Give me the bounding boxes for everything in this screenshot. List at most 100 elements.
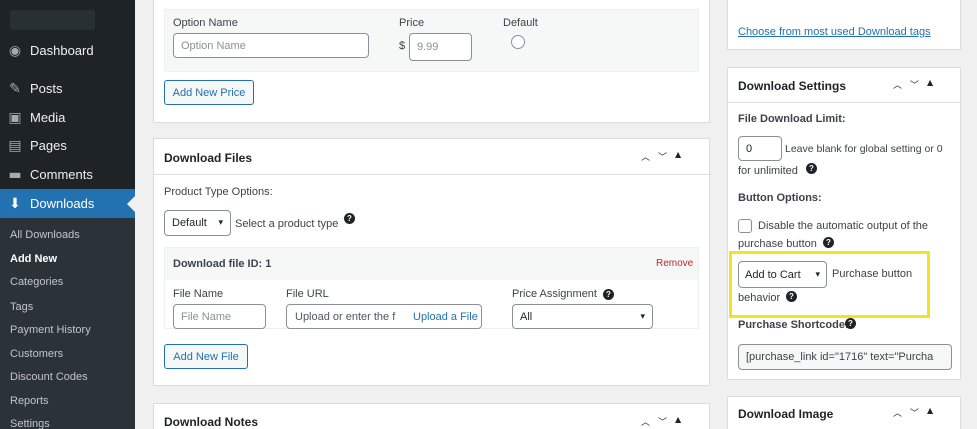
option-name-input[interactable]: Option Name — [173, 33, 369, 58]
dashboard-icon: ◉ — [8, 42, 22, 59]
file-row: Download file ID: 1 Remove File Name Fil… — [164, 247, 699, 329]
menu-label: Pages — [30, 138, 67, 153]
menu-item-comments[interactable]: ▬ Comments — [0, 160, 135, 189]
download-image-panel: Download Image ︿ ﹀ ▲ — [727, 396, 961, 429]
chevron-up-icon[interactable]: ︿ — [893, 78, 902, 91]
price-row: Option Name Option Name Price $ 9.99 Def… — [164, 9, 699, 72]
download-files-panel: Download Files ︿ ﹀ ▲ Product Type Option… — [153, 138, 711, 386]
chevron-up-icon[interactable]: ︿ — [893, 406, 902, 419]
price-input[interactable]: 9.99 — [409, 33, 472, 61]
file-id-label: Download file ID: 1 — [173, 258, 272, 270]
toggle-triangle-icon[interactable]: ▲ — [675, 150, 681, 163]
disable-output-label: Disable the automatic output of the — [758, 220, 928, 232]
price-assignment-label: Price Assignment — [512, 288, 597, 300]
admin-sidebar: ◉ Dashboard ✎ Posts ▣ Media ▤ Pages ▬ Co… — [0, 0, 135, 429]
chevron-down-icon: ▾ — [640, 311, 645, 322]
file-url-label: File URL — [286, 288, 329, 300]
price-label: Price — [399, 17, 425, 29]
download-settings-panel: Download Settings ︿ ﹀ ▲ File Download Li… — [727, 67, 961, 380]
select-value: Default — [172, 217, 207, 229]
price-assignment-select[interactable]: All ▾ — [512, 304, 653, 329]
submenu-payment-history[interactable]: Payment History — [10, 324, 91, 336]
download-icon: ⬇ — [9, 195, 21, 212]
pin-icon: ✎ — [9, 80, 21, 97]
panel-controls: ︿ ﹀ ▲ — [641, 415, 681, 428]
help-icon[interactable]: ? — [806, 163, 817, 174]
submenu-all-downloads[interactable]: All Downloads — [10, 229, 80, 241]
chevron-down-icon[interactable]: ﹀ — [910, 78, 919, 91]
chevron-down-icon: ▾ — [218, 218, 223, 228]
submenu-add-new[interactable]: Add New — [10, 253, 57, 265]
download-limit-label: File Download Limit: — [738, 113, 846, 125]
downloads-submenu: All Downloads Add New Categories Tags Pa… — [0, 218, 135, 429]
button-options-label: Button Options: — [738, 192, 822, 204]
file-url-input[interactable]: Upload or enter the f Upload a File — [286, 304, 482, 329]
chevron-down-icon[interactable]: ﹀ — [658, 150, 667, 163]
toggle-triangle-icon[interactable]: ▲ — [927, 78, 933, 91]
file-name-label: File Name — [173, 288, 224, 300]
toggle-triangle-icon[interactable]: ▲ — [927, 406, 933, 419]
menu-label: Downloads — [30, 196, 95, 211]
chevron-up-icon[interactable]: ︿ — [641, 415, 650, 428]
download-limit-input[interactable]: 0 — [738, 136, 782, 161]
disable-output-label-continued: purchase button — [738, 238, 817, 250]
submenu-customers[interactable]: Customers — [10, 348, 63, 360]
menu-item-dashboard[interactable]: ◉ Dashboard — [0, 36, 135, 65]
file-name-input[interactable]: File Name — [173, 304, 266, 329]
download-tags-panel: Choose from most used Download tags — [727, 0, 961, 50]
variable-prices-panel: Option Name Option Name Price $ 9.99 Def… — [153, 0, 710, 123]
help-icon[interactable]: ? — [845, 318, 856, 329]
panel-title: Download Settings — [738, 79, 846, 93]
upload-file-link[interactable]: Upload a File — [413, 311, 478, 323]
panel-divider — [728, 102, 960, 103]
purchase-shortcode-field[interactable]: [purchase_link id="1716" text="Purcha — [738, 344, 952, 370]
site-name-blurred — [10, 10, 95, 30]
panel-title: Download Files — [164, 151, 253, 165]
add-new-price-button[interactable]: Add New Price — [164, 80, 254, 105]
default-price-radio[interactable] — [511, 35, 525, 49]
menu-item-downloads[interactable]: ⬇ Downloads — [0, 189, 135, 218]
menu-item-pages[interactable]: ▤ Pages — [0, 131, 135, 160]
chevron-up-icon[interactable]: ︿ — [641, 150, 650, 163]
submenu-categories[interactable]: Categories — [10, 276, 63, 288]
limit-hint-continued: for unlimited — [738, 165, 798, 177]
download-notes-panel: Download Notes ︿ ﹀ ▲ — [153, 403, 710, 429]
toggle-triangle-icon[interactable]: ▲ — [675, 415, 681, 428]
menu-item-media[interactable]: ▣ Media — [0, 103, 135, 132]
disable-output-checkbox[interactable] — [738, 219, 752, 233]
submenu-settings[interactable]: Settings — [10, 418, 50, 429]
menu-label: Posts — [30, 81, 63, 96]
submenu-reports[interactable]: Reports — [10, 395, 49, 407]
add-new-file-button[interactable]: Add New File — [164, 344, 248, 369]
chevron-down-icon[interactable]: ﹀ — [910, 406, 919, 419]
help-icon[interactable]: ? — [344, 213, 355, 224]
menu-label: Comments — [30, 167, 93, 182]
comment-icon: ▬ — [8, 166, 22, 183]
panel-controls: ︿ ﹀ ▲ — [641, 150, 681, 163]
menu-label: Dashboard — [30, 43, 94, 58]
panel-divider — [154, 174, 711, 175]
currency-symbol: $ — [399, 40, 406, 52]
panel-controls: ︿ ﹀ ▲ — [893, 406, 933, 419]
help-icon[interactable]: ? — [823, 237, 834, 248]
highlight-box — [729, 251, 930, 318]
select-value: All — [520, 310, 533, 323]
product-type-label: Product Type Options: — [164, 186, 273, 198]
submenu-tags[interactable]: Tags — [10, 301, 33, 313]
menu-label: Media — [30, 110, 66, 125]
panel-controls: ︿ ﹀ ▲ — [893, 78, 933, 91]
help-icon[interactable]: ? — [603, 289, 614, 300]
menu-item-posts[interactable]: ✎ Posts — [0, 74, 135, 103]
most-used-tags-link[interactable]: Choose from most used Download tags — [738, 26, 931, 38]
limit-hint: Leave blank for global setting or 0 — [785, 143, 943, 155]
default-label: Default — [503, 17, 538, 29]
pages-icon: ▤ — [8, 137, 22, 154]
submenu-discount-codes[interactable]: Discount Codes — [10, 371, 88, 383]
panel-title: Download Notes — [164, 415, 259, 429]
remove-file-link[interactable]: Remove — [656, 258, 693, 269]
product-type-select[interactable]: Default ▾ — [164, 210, 231, 236]
option-name-label: Option Name — [173, 17, 238, 29]
product-type-hint: Select a product type — [235, 218, 339, 230]
file-url-placeholder: Upload or enter the f — [295, 310, 396, 323]
chevron-down-icon[interactable]: ﹀ — [658, 415, 667, 428]
